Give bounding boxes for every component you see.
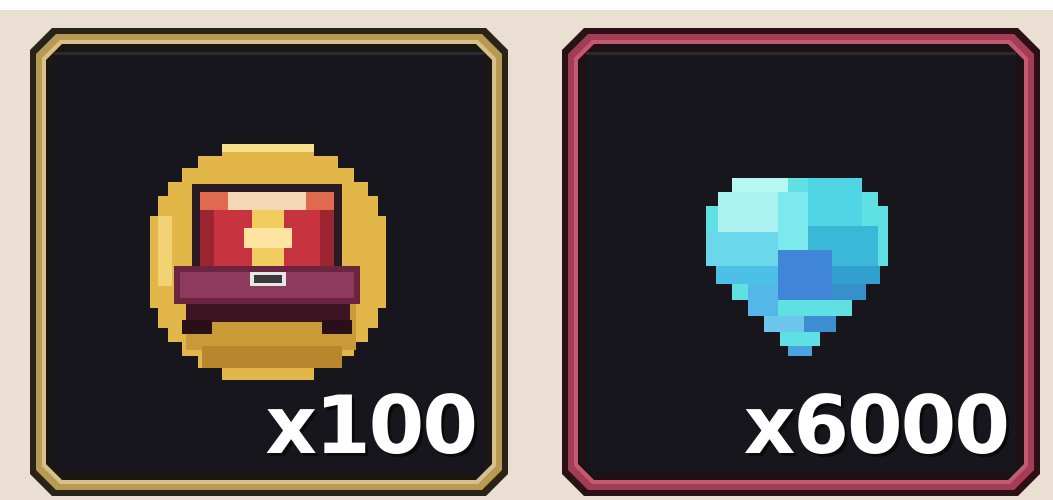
- diamond-gem-icon: [706, 178, 888, 356]
- reward-slot-coin[interactable]: x100: [30, 28, 508, 496]
- top-strip: [0, 0, 1053, 10]
- treasure-chest-coin-icon: [150, 144, 386, 380]
- quantity-label: x6000: [743, 379, 1010, 472]
- quantity-label: x100: [265, 379, 478, 472]
- reward-slot-diamond[interactable]: x6000: [562, 28, 1040, 496]
